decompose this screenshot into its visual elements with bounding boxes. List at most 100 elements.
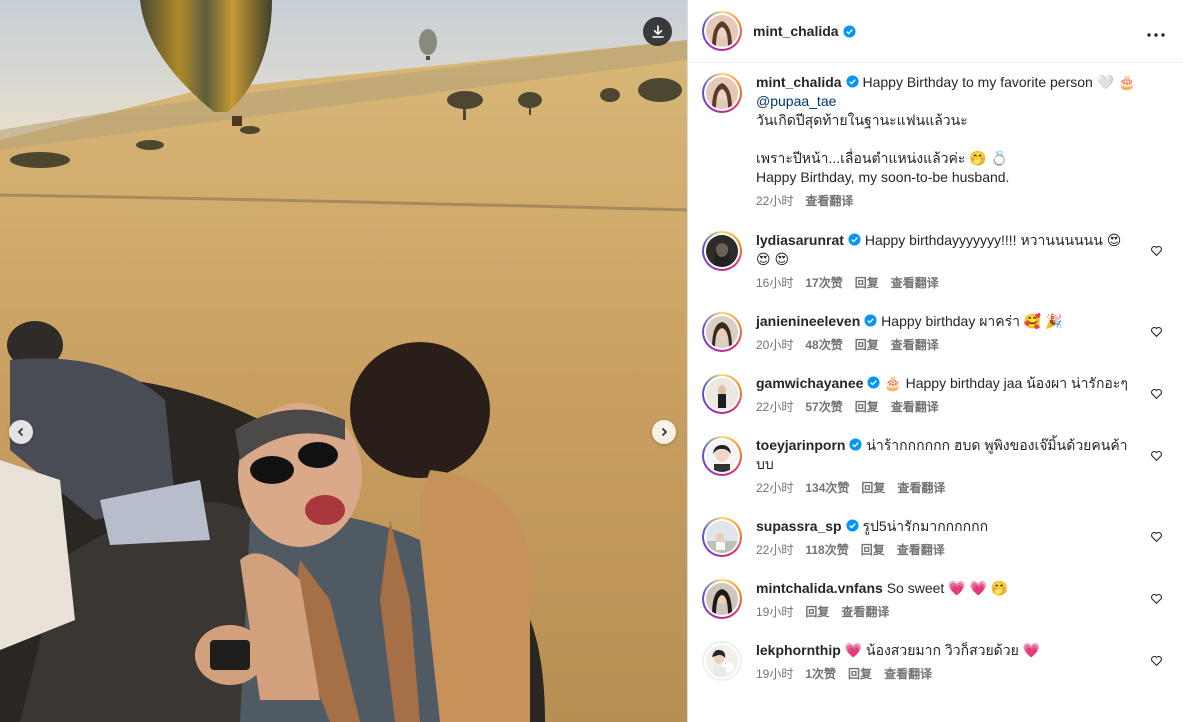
comment-username[interactable]: janienineeleven xyxy=(756,313,860,329)
comment-item: toeyjarinporn น่าร้ากกกกกก ฮบด พูพิงของเ… xyxy=(702,436,1167,498)
like-heart-icon[interactable] xyxy=(1150,244,1163,257)
avatar-image xyxy=(706,77,738,109)
comment-body: janienineeleven Happy birthday ผาคร่า 🥰 … xyxy=(756,312,1167,355)
reply-button[interactable]: 回复 xyxy=(805,603,829,622)
verified-badge-icon xyxy=(867,376,880,389)
comment-meta: 19小时 1次赞 回复 查看翻译 xyxy=(756,665,1137,684)
translate-button[interactable]: 查看翻译 xyxy=(891,398,939,417)
caption-time: 22小时 xyxy=(756,194,794,208)
caption-line-1: Happy Birthday to my favorite person 🤍 🎂 xyxy=(862,74,1136,90)
comment-likes-count[interactable]: 134次赞 xyxy=(805,479,849,498)
caption-translate-button[interactable]: 查看翻译 xyxy=(805,192,853,211)
comment-text: 💗 น้องสวยมาก วิวก็สวยด้วย 💗 xyxy=(844,642,1041,658)
download-icon xyxy=(651,24,664,38)
more-options-button[interactable] xyxy=(1143,17,1169,46)
verified-badge-icon xyxy=(849,438,863,451)
commenter-avatar[interactable] xyxy=(702,641,742,681)
commenter-avatar[interactable] xyxy=(702,579,742,619)
comment-likes-count[interactable]: 57次赞 xyxy=(805,398,842,417)
comment-username[interactable]: lydiasarunrat xyxy=(756,232,844,248)
comment-username[interactable]: gamwichayanee xyxy=(756,375,863,391)
comment-item: janienineeleven Happy birthday ผาคร่า 🥰 … xyxy=(702,312,1167,355)
author-username-link[interactable]: mint_chalida xyxy=(753,23,856,39)
previous-photo-button[interactable] xyxy=(9,420,33,444)
comment-meta: 20小时 48次赞 回复 查看翻译 xyxy=(756,336,1137,355)
comment-likes-count[interactable]: 17次赞 xyxy=(805,274,842,293)
comment-text: So sweet 💗 💗 🤭 xyxy=(886,580,1009,596)
avatar-image xyxy=(706,15,738,47)
avatar-image xyxy=(706,645,738,677)
comment-username[interactable]: lekphornthip xyxy=(756,642,841,658)
comment-meta: 22小时 57次赞 回复 查看翻译 xyxy=(756,398,1137,417)
avatar-image xyxy=(706,378,738,410)
comment-time: 19小时 xyxy=(756,605,794,619)
caption-username[interactable]: mint_chalida xyxy=(756,74,842,90)
caption-mention-link[interactable]: @pupaa_tae xyxy=(756,92,1137,111)
comment-body: lekphornthip 💗 น้องสวยมาก วิวก็สวยด้วย 💗… xyxy=(756,641,1167,684)
comment-time: 19小时 xyxy=(756,667,794,681)
reply-button[interactable]: 回复 xyxy=(861,479,885,498)
chevron-left-icon xyxy=(17,427,24,437)
comment-body: mintchalida.vnfans So sweet 💗 💗 🤭 19小时 回… xyxy=(756,579,1167,622)
like-heart-icon[interactable] xyxy=(1150,325,1163,338)
verified-badge-icon xyxy=(846,519,859,532)
verified-badge-icon xyxy=(864,314,877,327)
like-heart-icon[interactable] xyxy=(1150,592,1163,605)
comment-likes-count[interactable]: 48次赞 xyxy=(805,336,842,355)
next-photo-button[interactable] xyxy=(652,420,676,444)
commenter-avatar[interactable] xyxy=(702,517,742,557)
comment-time: 22小时 xyxy=(756,481,794,495)
comment-item: lydiasarunrat Happy birthdayyyyyyy!!!! ห… xyxy=(702,231,1167,293)
comment-meta: 22小时 118次赞 回复 查看翻译 xyxy=(756,541,1137,560)
download-button[interactable] xyxy=(643,17,672,46)
commenter-avatar[interactable] xyxy=(702,436,742,476)
avatar-image xyxy=(706,521,738,553)
caption-author-avatar[interactable] xyxy=(702,73,742,113)
comment-time: 20小时 xyxy=(756,338,794,352)
comment-meta: 16小时 17次赞 回复 查看翻译 xyxy=(756,274,1137,293)
reply-button[interactable]: 回复 xyxy=(861,541,885,560)
comment-body: gamwichayanee 🎂 Happy birthday jaa น้องผ… xyxy=(756,374,1167,417)
like-heart-icon[interactable] xyxy=(1150,654,1163,667)
avatar-image xyxy=(706,440,738,472)
comment-username[interactable]: toeyjarinporn xyxy=(756,437,845,453)
comment-text: Happy birthday ผาคร่า 🥰 🎉 xyxy=(881,313,1063,329)
comment-item: gamwichayanee 🎂 Happy birthday jaa น้องผ… xyxy=(702,374,1167,417)
like-heart-icon[interactable] xyxy=(1150,449,1163,462)
commenter-avatar[interactable] xyxy=(702,312,742,352)
translate-button[interactable]: 查看翻译 xyxy=(897,479,945,498)
comment-likes-count[interactable]: 118次赞 xyxy=(805,541,848,560)
translate-button[interactable]: 查看翻译 xyxy=(891,274,939,293)
commenter-avatar[interactable] xyxy=(702,374,742,414)
author-avatar[interactable] xyxy=(702,11,742,51)
post-side-panel: mint_chalida mint_chalida Happy Birthday… xyxy=(687,0,1183,722)
reply-button[interactable]: 回复 xyxy=(855,336,879,355)
comment-time: 22小时 xyxy=(756,543,794,557)
more-options-icon xyxy=(1147,32,1165,37)
commenter-avatar[interactable] xyxy=(702,231,742,271)
comment-text: 🎂 Happy birthday jaa น้องผา น่ารักอะๆ xyxy=(884,375,1128,391)
comment-item: lekphornthip 💗 น้องสวยมาก วิวก็สวยด้วย 💗… xyxy=(702,641,1167,684)
like-heart-icon[interactable] xyxy=(1150,387,1163,400)
translate-button[interactable]: 查看翻译 xyxy=(884,665,932,684)
reply-button[interactable]: 回复 xyxy=(855,398,879,417)
comment-likes-count[interactable]: 1次赞 xyxy=(805,665,836,684)
comment-username[interactable]: supassra_sp xyxy=(756,518,842,534)
translate-button[interactable]: 查看翻译 xyxy=(891,336,939,355)
like-heart-icon[interactable] xyxy=(1150,530,1163,543)
post-caption: mint_chalida Happy Birthday to my favori… xyxy=(702,73,1167,211)
comment-body: supassra_sp รูป5น่ารักมากกกกกก 22小时 118次… xyxy=(756,517,1167,560)
avatar-image xyxy=(706,316,738,348)
verified-badge-icon xyxy=(846,75,859,88)
comment-body: toeyjarinporn น่าร้ากกกกกก ฮบด พูพิงของเ… xyxy=(756,436,1167,498)
verified-badge-icon xyxy=(848,233,861,246)
comment-username[interactable]: mintchalida.vnfans xyxy=(756,580,883,596)
caption-line-4 xyxy=(756,130,1137,149)
comment-text: รูป5น่ารักมากกกกกก xyxy=(862,518,989,534)
author-username[interactable]: mint_chalida xyxy=(753,23,839,39)
reply-button[interactable]: 回复 xyxy=(848,665,872,684)
reply-button[interactable]: 回复 xyxy=(855,274,879,293)
translate-button[interactable]: 查看翻译 xyxy=(841,603,889,622)
translate-button[interactable]: 查看翻译 xyxy=(897,541,945,560)
chevron-right-icon xyxy=(661,427,668,437)
